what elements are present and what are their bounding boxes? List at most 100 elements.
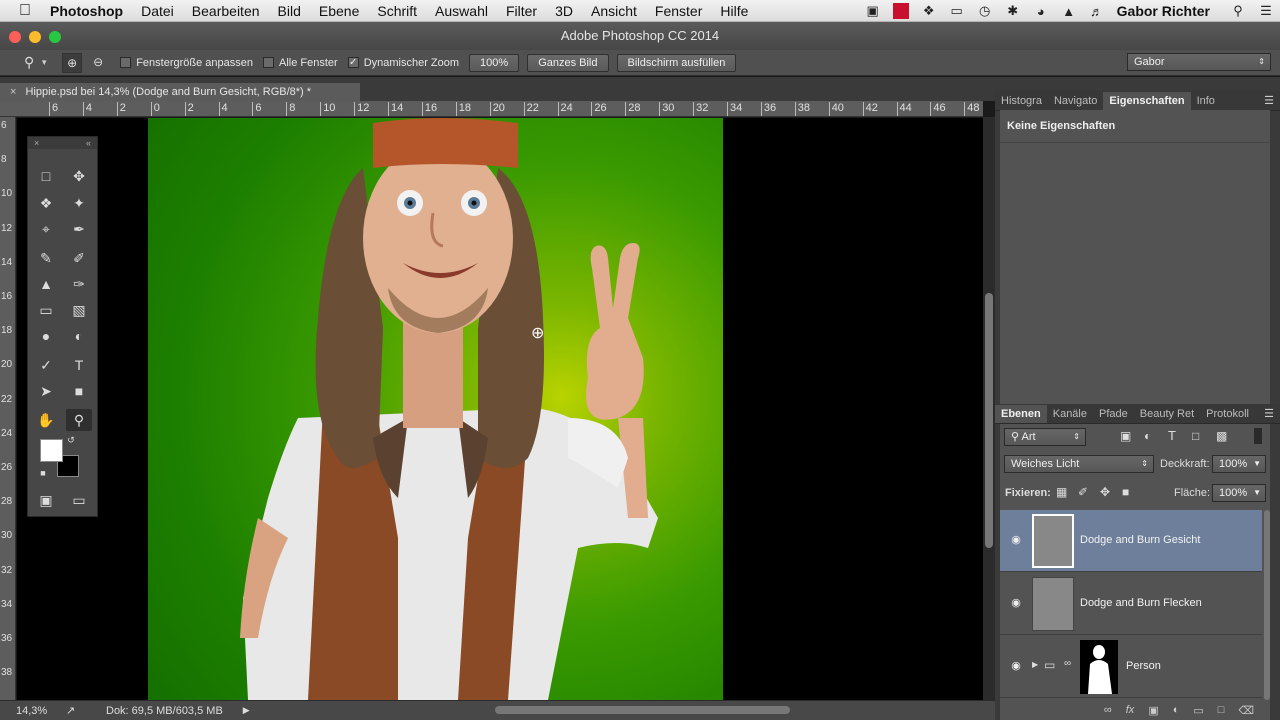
layer-row-dodge-burn-gesicht[interactable]: ◉ Dodge and Burn Gesicht bbox=[1000, 510, 1262, 572]
dropbox-icon[interactable]: ❖ bbox=[915, 3, 943, 19]
tab-properties[interactable]: Eigenschaften bbox=[1103, 92, 1191, 110]
close-tab-icon[interactable]: × bbox=[10, 86, 16, 98]
filter-smartobject-icon[interactable]: ▩ bbox=[1216, 429, 1227, 443]
zoom-out-icon[interactable]: ⊖ bbox=[88, 53, 108, 73]
zoom-tool-icon[interactable]: ⚲ bbox=[66, 409, 92, 431]
time-machine-icon[interactable]: ◷ bbox=[971, 3, 999, 19]
blend-mode-select[interactable]: Weiches Licht ⇕ bbox=[1004, 455, 1154, 473]
hand-tool-icon[interactable]: ✋ bbox=[33, 409, 59, 431]
tab-histogram[interactable]: Histogra bbox=[995, 92, 1048, 110]
close-toolbox-icon[interactable]: × bbox=[34, 137, 39, 149]
gradient-tool-icon[interactable]: ▧ bbox=[66, 299, 92, 321]
healing-brush-tool-icon[interactable]: ✎ bbox=[33, 247, 59, 269]
crop-tool-icon[interactable]: ⌖ bbox=[33, 218, 59, 240]
horizontal-ruler[interactable]: 6 4 2 0 2 4 6 8 10 12 14 16 18 20 22 24 26 28 30 32 34 36 38 40… bbox=[0, 101, 983, 117]
new-group-icon[interactable]: ▭ bbox=[1193, 704, 1203, 720]
default-colors-icon[interactable]: ■ bbox=[36, 466, 50, 480]
tab-navigator[interactable]: Navigato bbox=[1048, 92, 1103, 110]
tab-history[interactable]: Protokoll bbox=[1200, 405, 1255, 423]
all-windows-checkbox[interactable] bbox=[262, 57, 274, 68]
layer-name[interactable]: Dodge and Burn Gesicht bbox=[1080, 534, 1200, 546]
layer-mask-thumbnail[interactable] bbox=[1080, 640, 1118, 694]
zoom-window-button[interactable] bbox=[49, 31, 61, 43]
menu-bild[interactable]: Bild bbox=[278, 3, 301, 19]
zoom-tool-preset-icon[interactable]: ⚲ bbox=[24, 54, 34, 71]
menu-ansicht[interactable]: Ansicht bbox=[591, 3, 637, 19]
quick-selection-tool-icon[interactable]: ✦ bbox=[66, 192, 92, 214]
toolbox-header[interactable]: × « bbox=[28, 137, 97, 149]
fill-field[interactable]: 100% ▼ bbox=[1212, 484, 1266, 502]
vertical-ruler[interactable]: 6 8 10 12 14 16 18 20 22 24 26 28 30 32 34 36 38 bbox=[0, 117, 16, 700]
eraser-tool-icon[interactable]: ▭ bbox=[33, 299, 59, 321]
add-mask-icon[interactable]: ▣ bbox=[1148, 704, 1158, 720]
fill-screen-button[interactable]: Bildschirm ausfüllen bbox=[616, 53, 737, 72]
panel-menu-icon[interactable]: ☰ bbox=[1264, 94, 1274, 107]
dynamic-zoom-checkbox[interactable]: ✓ bbox=[347, 57, 359, 68]
link-icon[interactable]: ∞ bbox=[1064, 658, 1071, 669]
tab-channels[interactable]: Kanäle bbox=[1047, 405, 1093, 423]
lock-position-icon[interactable]: ✥ bbox=[1100, 485, 1110, 499]
menu-auswahl[interactable]: Auswahl bbox=[435, 3, 488, 19]
filter-toggle-icon[interactable] bbox=[1254, 428, 1262, 444]
zoom-in-icon[interactable]: ⊕ bbox=[62, 52, 83, 73]
filter-adjustment-icon[interactable]: ◐ bbox=[1144, 429, 1151, 443]
airplay-icon[interactable]: ▭ bbox=[943, 3, 971, 19]
workspace-select[interactable]: Gabor ⇕ bbox=[1127, 53, 1271, 71]
layer-filter-select[interactable]: ⚲ Art ⇕ bbox=[1004, 428, 1086, 446]
menu-datei[interactable]: Datei bbox=[141, 3, 174, 19]
status-menu-icon[interactable]: ▶ bbox=[243, 705, 250, 716]
layer-row-dodge-burn-flecken[interactable]: ◉ Dodge and Burn Flecken bbox=[1000, 573, 1262, 635]
menu-schrift[interactable]: Schrift bbox=[377, 3, 417, 19]
history-brush-tool-icon[interactable]: ✑ bbox=[66, 273, 92, 295]
zoom-100-button[interactable]: 100% bbox=[469, 53, 520, 72]
layer-name[interactable]: Person bbox=[1126, 660, 1161, 672]
layers-menu-icon[interactable]: ☰ bbox=[1264, 407, 1274, 420]
move-tool-icon[interactable]: ✥ bbox=[66, 165, 92, 187]
menu-hilfe[interactable]: Hilfe bbox=[720, 3, 748, 19]
quick-mask-icon[interactable]: ▣ bbox=[33, 489, 59, 511]
apple-icon[interactable]:  bbox=[0, 2, 50, 20]
menu-filter[interactable]: Filter bbox=[506, 3, 537, 19]
filter-shape-icon[interactable]: □ bbox=[1192, 429, 1199, 443]
tab-paths[interactable]: Pfade bbox=[1093, 405, 1134, 423]
dodge-tool-icon[interactable]: ◐ bbox=[66, 325, 92, 347]
layers-scrollbar[interactable] bbox=[1264, 510, 1270, 700]
adjustment-layer-icon[interactable]: ◐ bbox=[1173, 704, 1180, 720]
eject-icon[interactable]: ▲ bbox=[1055, 4, 1083, 19]
horizontal-scroll-thumb[interactable] bbox=[495, 706, 790, 714]
filter-type-icon[interactable]: T bbox=[1168, 428, 1176, 443]
marquee-tool-icon[interactable]: □ bbox=[33, 165, 59, 187]
wifi-icon[interactable]: ◕ bbox=[1027, 4, 1055, 19]
tab-layers[interactable]: Ebenen bbox=[995, 405, 1047, 423]
vertical-scrollbar[interactable] bbox=[983, 117, 995, 700]
vertical-scroll-thumb[interactable] bbox=[985, 293, 993, 548]
menu-ebene[interactable]: Ebene bbox=[319, 3, 359, 19]
foreground-color-swatch[interactable] bbox=[40, 439, 63, 462]
close-window-button[interactable] bbox=[9, 31, 21, 43]
menu-bearbeiten[interactable]: Bearbeiten bbox=[192, 3, 260, 19]
rectangle-tool-icon[interactable]: ■ bbox=[66, 380, 92, 402]
document-tab[interactable]: × Hippie.psd bei 14,3% (Dodge and Burn G… bbox=[0, 83, 360, 101]
expand-group-icon[interactable]: ▶ bbox=[1032, 660, 1038, 669]
new-layer-icon[interactable]: □ bbox=[1218, 704, 1225, 720]
opacity-field[interactable]: 100% ▼ bbox=[1212, 455, 1266, 473]
collapse-toolbox-icon[interactable]: « bbox=[86, 137, 91, 149]
visibility-eye-icon[interactable]: ◉ bbox=[1008, 659, 1024, 672]
zoom-level[interactable]: 14,3% bbox=[16, 705, 60, 717]
whole-image-button[interactable]: Ganzes Bild bbox=[527, 53, 609, 72]
eyedropper-tool-icon[interactable]: ✒ bbox=[66, 218, 92, 240]
tab-beauty-retouch[interactable]: Beauty Ret bbox=[1134, 405, 1200, 423]
list-icon[interactable]: ☰ bbox=[1252, 3, 1280, 19]
display-icon[interactable]: ▣ bbox=[859, 3, 887, 19]
screen-mode-icon[interactable]: ▭ bbox=[66, 489, 92, 511]
pen-tool-icon[interactable]: ✓ bbox=[33, 354, 59, 376]
tab-info[interactable]: Info bbox=[1191, 92, 1221, 110]
clone-stamp-tool-icon[interactable]: ▲ bbox=[33, 273, 59, 295]
search-icon[interactable]: ⚲ bbox=[1224, 3, 1252, 19]
export-icon[interactable]: ↗ bbox=[66, 704, 86, 717]
menu-3d[interactable]: 3D bbox=[555, 3, 573, 19]
path-selection-tool-icon[interactable]: ➤ bbox=[33, 380, 59, 402]
fit-window-checkbox[interactable] bbox=[120, 57, 132, 68]
app-red-icon[interactable] bbox=[887, 3, 915, 20]
type-tool-icon[interactable]: T bbox=[66, 354, 92, 376]
